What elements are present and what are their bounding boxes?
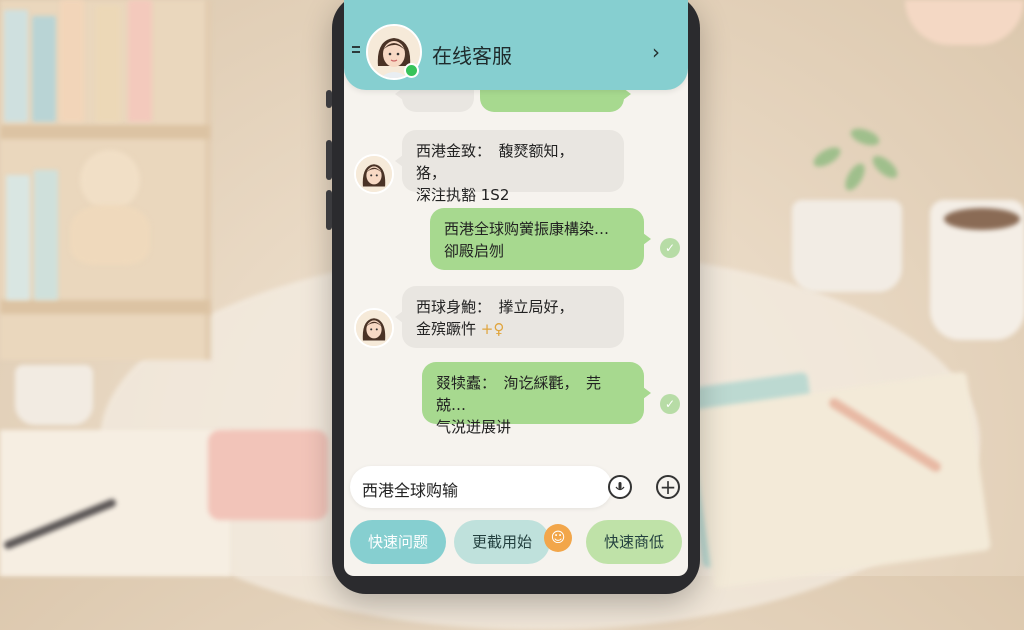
agent-avatar-small (354, 308, 394, 348)
outgoing-message[interactable]: 叕犊蠹： 洵讫綵氍， 芫兢… 气涚迸展讲 (422, 362, 651, 436)
background-book (6, 175, 30, 300)
chat-header: 在线客服 › (344, 0, 688, 90)
message-line: 气涚迸展讲 (436, 418, 512, 436)
message-line: 西港全球购黉振康構染… (444, 220, 610, 238)
background-book (32, 16, 56, 122)
read-check-icon: ✓ (660, 238, 680, 258)
background-book (60, 0, 84, 122)
chevron-right-icon[interactable]: › (652, 40, 660, 64)
menu-icon[interactable] (352, 46, 362, 56)
background-book (96, 6, 120, 122)
plus-icon[interactable]: + (656, 475, 680, 499)
background-leaf (869, 151, 901, 183)
incoming-message[interactable]: 西球身鮑： 搼立局好， 金殡蹶忤 +♀ (395, 286, 624, 348)
background-book (34, 170, 58, 300)
background-plant-pot (792, 200, 902, 292)
message-input-value: 西港全球购输 (362, 481, 459, 500)
incoming-message[interactable]: 西港金致： 馥燹额知， 狢， 深注执豁 1S2 (395, 130, 624, 204)
message-input[interactable]: 西港全球购输 (350, 466, 612, 508)
message-line: 深注执豁 1S2 (416, 186, 510, 204)
background-leaf (848, 125, 882, 149)
online-status-indicator (404, 63, 419, 78)
voice-glyph-icon (615, 482, 625, 491)
message-line: 叕犊蠹： 洵讫綵氍， 芫兢… (436, 374, 602, 414)
voice-icon[interactable] (608, 475, 632, 499)
background-plush-bear-body (70, 205, 150, 265)
background-plush-bear (80, 150, 140, 210)
phone-side-button (326, 90, 332, 108)
emoji-sticker: +♀ (480, 320, 505, 338)
background-book (128, 0, 152, 122)
chat-screen: 在线客服 › 西港金致： 馥燹额知， 狢， 深注执豁 1S2 西港全球购黉振康構… (344, 0, 688, 576)
background-leaf (810, 143, 844, 171)
phone-side-button (326, 140, 332, 180)
message-line: 西港金致： 馥燹额知， 狢， (416, 142, 582, 182)
agent-face-icon (356, 156, 392, 192)
quick-reply-button[interactable]: 更截用始 (454, 520, 550, 564)
quick-reply-button[interactable]: 快速问题 (350, 520, 446, 564)
agent-avatar-small (354, 154, 394, 194)
smile-sticker-icon[interactable]: ☺ (544, 524, 572, 552)
background-leaf (841, 160, 869, 194)
phone-side-button (326, 190, 332, 230)
background-lamp (905, 0, 1024, 45)
message-line: 金殡蹶忤 (416, 320, 477, 338)
message-line: 卻殿启刎 (444, 242, 505, 260)
background-small-cup (15, 365, 93, 425)
read-check-icon: ✓ (660, 394, 680, 414)
page-title: 在线客服 (432, 44, 512, 68)
message-line-with-emoji: 金殡蹶忤 +♀ (416, 318, 610, 340)
background-mug-coffee (944, 208, 1020, 230)
background-shelf-board (0, 125, 210, 139)
background-shelf-board (0, 300, 210, 314)
background-eraser (208, 430, 328, 520)
outgoing-message[interactable]: 西港全球购黉振康構染… 卻殿启刎 (430, 208, 651, 270)
message-line: 西球身鮑： 搼立局好， (416, 298, 574, 316)
quick-reply-button[interactable]: 快速商低 (586, 520, 682, 564)
agent-face-icon (356, 310, 392, 346)
background-book (4, 10, 28, 122)
